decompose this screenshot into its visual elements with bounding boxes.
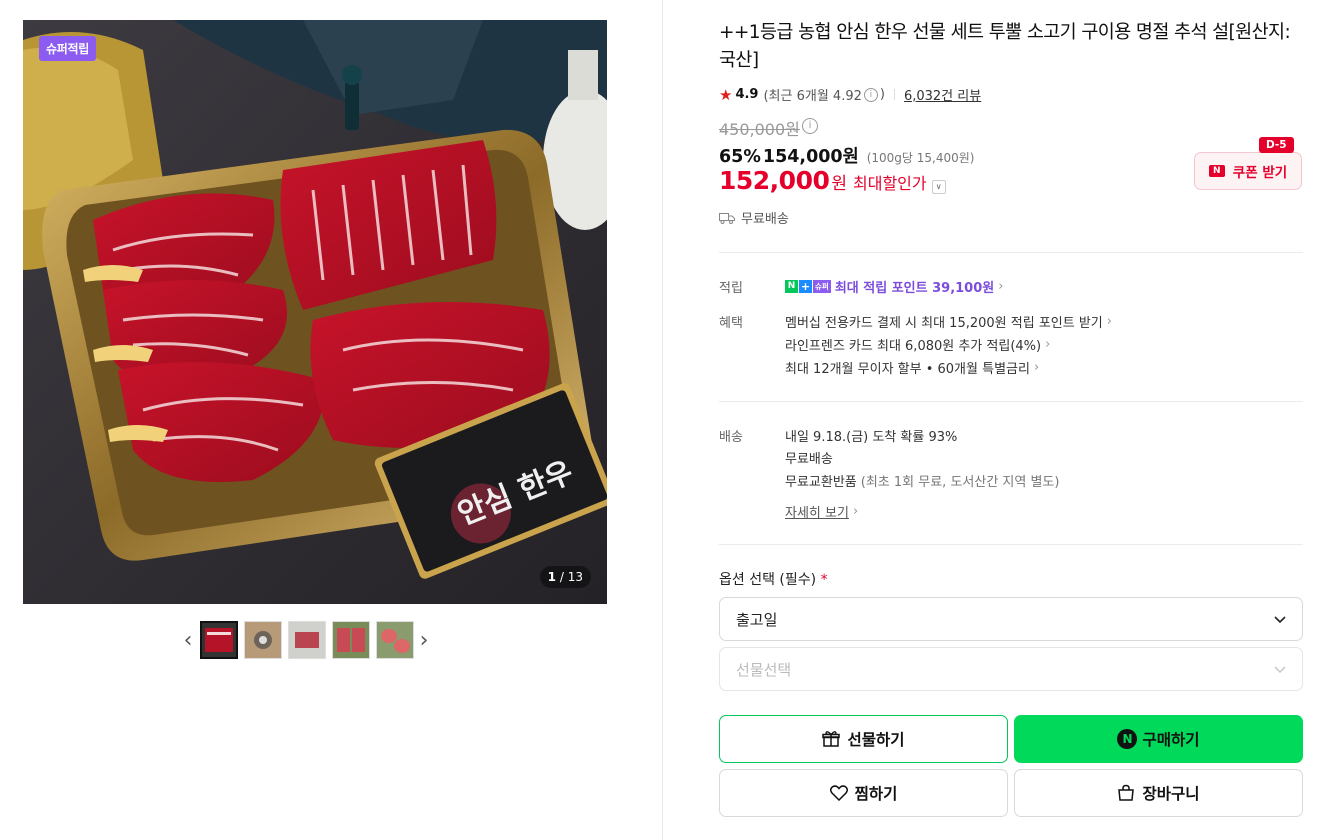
wishlist-button[interactable]: 찜하기 xyxy=(719,769,1008,817)
product-main-image[interactable]: 안심 한우 슈퍼적립 1 / 13 xyxy=(23,20,607,604)
coupon-button[interactable]: N 쿠폰 받기 xyxy=(1194,152,1302,190)
thumbnail-4[interactable] xyxy=(332,621,370,659)
rating-row: ★ 4.9 (최근 6개월 4.92 i ) 6,032건 리뷰 xyxy=(719,85,981,105)
image-counter-total: / 13 xyxy=(559,570,583,584)
option-select-gift[interactable]: 선물선택 xyxy=(719,647,1303,691)
divider xyxy=(719,401,1303,402)
price-info-icon[interactable]: i xyxy=(802,118,818,134)
chevron-right-icon: › xyxy=(1033,360,1040,375)
product-title: ++1등급 농협 안심 한우 선물 세트 투뿔 소고기 구이용 명절 추석 설[… xyxy=(719,22,1291,71)
coupon-dday-badge: D-5 xyxy=(1259,137,1294,153)
naver-n-icon: N xyxy=(1208,165,1225,177)
gift-icon xyxy=(822,731,841,747)
original-price: 450,000원 xyxy=(719,120,800,139)
column-divider xyxy=(662,0,663,840)
benefit-item-1[interactable]: 멤버십 전용카드 결제 시 최대 15,200원 적립 포인트 받기 › xyxy=(785,312,1112,331)
benefit-item-3[interactable]: 최대 12개월 무이자 할부 • 60개월 특별금리 › xyxy=(785,358,1039,377)
delivery-detail-link[interactable]: 자세히 보기 › xyxy=(785,502,858,521)
thumbnail-prev-arrow-icon[interactable]: ‹ xyxy=(180,620,196,660)
max-discount-price: 152,000 xyxy=(719,166,830,195)
benefit-label: 혜택 xyxy=(719,316,743,331)
max-discount-won: 원 xyxy=(831,174,848,194)
chevron-right-icon: › xyxy=(1045,337,1051,352)
star-icon: ★ xyxy=(719,85,733,104)
info-icon[interactable]: i xyxy=(863,87,878,102)
image-counter-current: 1 xyxy=(547,570,557,584)
chevron-down-icon xyxy=(1274,666,1286,674)
rating-recent: (최근 6개월 4.92 xyxy=(763,89,862,104)
divider xyxy=(719,252,1303,253)
review-count-link[interactable]: 6,032건 리뷰 xyxy=(904,85,981,104)
thumbnail-2[interactable] xyxy=(244,621,282,659)
max-points-text: 최대 적립 포인트 39,100원 xyxy=(834,281,995,296)
points-row[interactable]: N + 슈퍼 최대 적립 포인트 39,100원 › xyxy=(785,277,1003,296)
points-label: 적립 xyxy=(719,281,743,296)
rating-value: 4.9 xyxy=(735,87,759,102)
max-discount-row[interactable]: 152,000 원 최대할인가 ∨ xyxy=(719,166,946,195)
buy-button[interactable]: N 구매하기 xyxy=(1014,715,1303,763)
chevron-right-icon: › xyxy=(998,279,1004,294)
chevron-right-icon: › xyxy=(852,504,859,519)
chevron-down-icon[interactable]: ∨ xyxy=(931,180,946,194)
delivery-free: 무료배송 xyxy=(785,452,833,467)
thumbnail-next-arrow-icon[interactable]: › xyxy=(416,620,432,660)
chevron-down-icon xyxy=(1274,616,1286,624)
cart-button[interactable]: 장바구니 xyxy=(1014,769,1303,817)
unit-price: (100g당 15,400원) xyxy=(866,151,975,165)
thumbnail-3[interactable] xyxy=(288,621,326,659)
max-discount-label: 최대할인가 xyxy=(853,174,927,193)
thumbnail-5[interactable] xyxy=(376,621,414,659)
delivery-label: 배송 xyxy=(719,430,743,445)
sale-price-row: 65% 154,000원 (100g당 15,400원) xyxy=(719,143,974,168)
option-select-ship-date[interactable]: 출고일 xyxy=(719,597,1303,641)
product-gallery: 안심 한우 슈퍼적립 1 / 13 ‹ › xyxy=(0,0,662,840)
thumbnail-1[interactable] xyxy=(200,621,238,659)
super-points-badge: 슈퍼적립 xyxy=(39,36,96,61)
discount-percent: 65% xyxy=(719,147,761,167)
image-counter: 1 / 13 xyxy=(539,566,591,588)
divider xyxy=(719,544,1303,545)
benefit-item-2[interactable]: 라인프렌즈 카드 최대 6,080원 추가 적립(4%) › xyxy=(785,335,1050,354)
thumbnail-strip: ‹ › xyxy=(180,620,432,660)
rating-recent-close: ) xyxy=(879,87,885,102)
heart-icon xyxy=(829,785,848,801)
required-mark: * xyxy=(820,572,828,588)
coupon-label: 쿠폰 받기 xyxy=(1232,165,1288,181)
naver-pay-icon: N xyxy=(1117,729,1138,749)
npay-plus-super-icon: N + 슈퍼 xyxy=(785,280,831,293)
delivery-arrival: 내일 9.18.(금) 도착 확률 93% xyxy=(785,430,958,445)
shipping-text: 무료배송 xyxy=(741,212,789,227)
delivery-exchange: 무료교환반품 xyxy=(785,475,857,490)
shipping-row: 무료배송 xyxy=(719,208,789,227)
delivery-exchange-row: 무료교환반품 (최초 1회 무료, 도서산간 지역 별도) xyxy=(785,471,1059,490)
option-label: 옵션 선택 (필수) * xyxy=(719,572,828,588)
truck-icon xyxy=(719,212,735,224)
separator xyxy=(893,89,895,100)
chevron-right-icon: › xyxy=(1106,314,1112,329)
gift-button[interactable]: 선물하기 xyxy=(719,715,1008,763)
product-info-panel: ++1등급 농협 안심 한우 선물 세트 투뿔 소고기 구이용 명절 추석 설[… xyxy=(719,0,1303,840)
shopping-bag-icon xyxy=(1118,784,1135,801)
delivery-exchange-note: (최초 1회 무료, 도서산간 지역 별도) xyxy=(860,475,1060,490)
sale-price: 154,000원 xyxy=(762,147,859,167)
meat-gift-set-picture: 안심 한우 xyxy=(23,20,607,604)
